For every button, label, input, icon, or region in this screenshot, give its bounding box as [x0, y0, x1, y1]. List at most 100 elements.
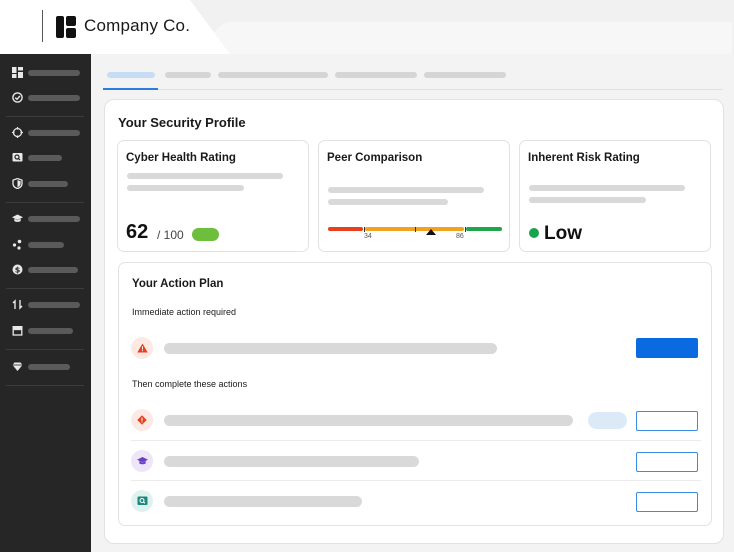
inherent-risk-level: Low	[544, 223, 582, 244]
meter-high-label: 86	[456, 233, 464, 240]
sidebar-item-checks[interactable]	[12, 92, 82, 104]
action-row-scan	[131, 490, 153, 512]
sidebar-item-scan[interactable]	[12, 152, 82, 164]
meter-segment-high	[466, 227, 502, 231]
action-row-warning	[131, 337, 153, 359]
sidebar-item-label	[28, 302, 80, 308]
meter-tick	[465, 227, 466, 232]
search-screen-icon	[137, 496, 147, 505]
window-chrome-edge	[190, 0, 734, 54]
sidebar-item-network[interactable]	[12, 239, 82, 251]
sidebar-divider	[6, 288, 84, 289]
action-plan-card: Your Action Plan Immediate action requir…	[118, 262, 712, 526]
tab-5[interactable]	[424, 72, 506, 78]
sidebar: $	[0, 54, 91, 552]
tab-active-indicator	[103, 88, 158, 90]
row-divider	[131, 480, 701, 481]
warning-icon	[136, 343, 148, 353]
dollar-icon: $	[12, 264, 23, 275]
sidebar-item-label	[28, 364, 70, 370]
sidebar-item-billing[interactable]: $	[12, 264, 82, 276]
tab-4[interactable]	[335, 72, 417, 78]
risk-status-dot-icon	[529, 228, 539, 238]
sidebar-divider	[6, 202, 84, 203]
placeholder-line	[529, 185, 685, 191]
placeholder-line	[529, 197, 646, 203]
action-item-text-placeholder	[164, 415, 573, 426]
inherent-risk-card[interactable]: Inherent Risk Rating Low	[519, 140, 711, 252]
meter-position-marker-icon	[426, 229, 436, 235]
cyber-health-card[interactable]: Cyber Health Rating 62 / 100	[117, 140, 309, 252]
svg-text:$: $	[15, 265, 21, 274]
sidebar-item-label	[28, 267, 78, 273]
sidebar-item-premium[interactable]	[12, 361, 82, 373]
tab-3[interactable]	[218, 72, 328, 78]
graduation-cap-icon	[12, 213, 23, 224]
cyber-health-title: Cyber Health Rating	[126, 152, 236, 164]
tab-2[interactable]	[165, 72, 211, 78]
security-profile-title: Your Security Profile	[118, 115, 246, 130]
tab-active[interactable]	[107, 72, 155, 78]
inherent-risk-title: Inherent Risk Rating	[528, 152, 640, 164]
sidebar-item-label	[28, 181, 68, 187]
peer-comparison-title: Peer Comparison	[327, 152, 423, 164]
cyber-health-denominator: / 100	[157, 228, 184, 242]
check-circle-icon	[12, 92, 23, 103]
dashboard-icon	[12, 67, 23, 78]
action-item-text-placeholder	[164, 456, 419, 467]
action-status-badge	[588, 412, 627, 429]
meter-segment-low	[328, 227, 363, 231]
cyber-health-score: 62	[126, 221, 149, 243]
sidebar-item-training[interactable]	[12, 213, 82, 225]
action-item-text-placeholder	[164, 343, 497, 354]
nodes-icon	[12, 239, 23, 250]
sidebar-item-shield[interactable]	[12, 177, 82, 190]
immediate-action-button[interactable]	[636, 338, 698, 358]
row-divider	[131, 440, 701, 441]
sidebar-item-label	[28, 242, 64, 248]
cyber-health-status-badge	[192, 228, 219, 241]
sidebar-item-label	[28, 216, 80, 222]
sidebar-divider	[6, 385, 84, 386]
action-row-alert	[131, 409, 153, 431]
meter-low-label: 34	[364, 233, 372, 240]
main-content: Your Security Profile Cyber Health Ratin…	[91, 54, 734, 552]
immediate-action-label: Immediate action required	[132, 307, 237, 317]
sidebar-item-target[interactable]	[12, 127, 82, 139]
meter-tick	[364, 227, 365, 232]
sidebar-item-dashboard[interactable]	[12, 67, 82, 79]
alert-diamond-icon	[137, 415, 147, 425]
sidebar-item-label	[28, 155, 62, 161]
app-header: Company Co.	[0, 0, 734, 54]
action-button-3[interactable]	[636, 492, 698, 512]
shield-icon	[12, 177, 23, 190]
tab-divider	[103, 89, 723, 90]
search-screen-icon	[12, 152, 23, 163]
transfer-icon	[12, 299, 23, 310]
action-button-2[interactable]	[636, 452, 698, 472]
sidebar-item-transfer[interactable]	[12, 299, 82, 311]
sidebar-divider	[6, 116, 84, 117]
meter-tick	[415, 227, 416, 232]
peer-comparison-card[interactable]: Peer Comparison 34 86	[318, 140, 510, 252]
placeholder-line	[127, 185, 244, 191]
sidebar-item-label	[28, 328, 73, 334]
sidebar-item-label	[28, 130, 80, 136]
header-divider	[42, 10, 43, 42]
sidebar-item-label	[28, 70, 80, 76]
sidebar-divider	[6, 349, 84, 350]
company-name[interactable]: Company Co.	[84, 16, 190, 36]
placeholder-line	[328, 187, 484, 193]
store-icon	[12, 325, 23, 336]
action-plan-title: Your Action Plan	[132, 278, 224, 290]
action-row-training	[131, 450, 153, 472]
sidebar-item-store[interactable]	[12, 325, 82, 337]
sidebar-item-label	[28, 95, 80, 101]
action-item-text-placeholder	[164, 496, 362, 507]
diamond-icon	[12, 361, 23, 372]
action-button-1[interactable]	[636, 411, 698, 431]
target-icon	[12, 127, 23, 138]
company-logo-icon[interactable]	[56, 16, 76, 38]
placeholder-line	[127, 173, 283, 179]
placeholder-line	[328, 199, 448, 205]
